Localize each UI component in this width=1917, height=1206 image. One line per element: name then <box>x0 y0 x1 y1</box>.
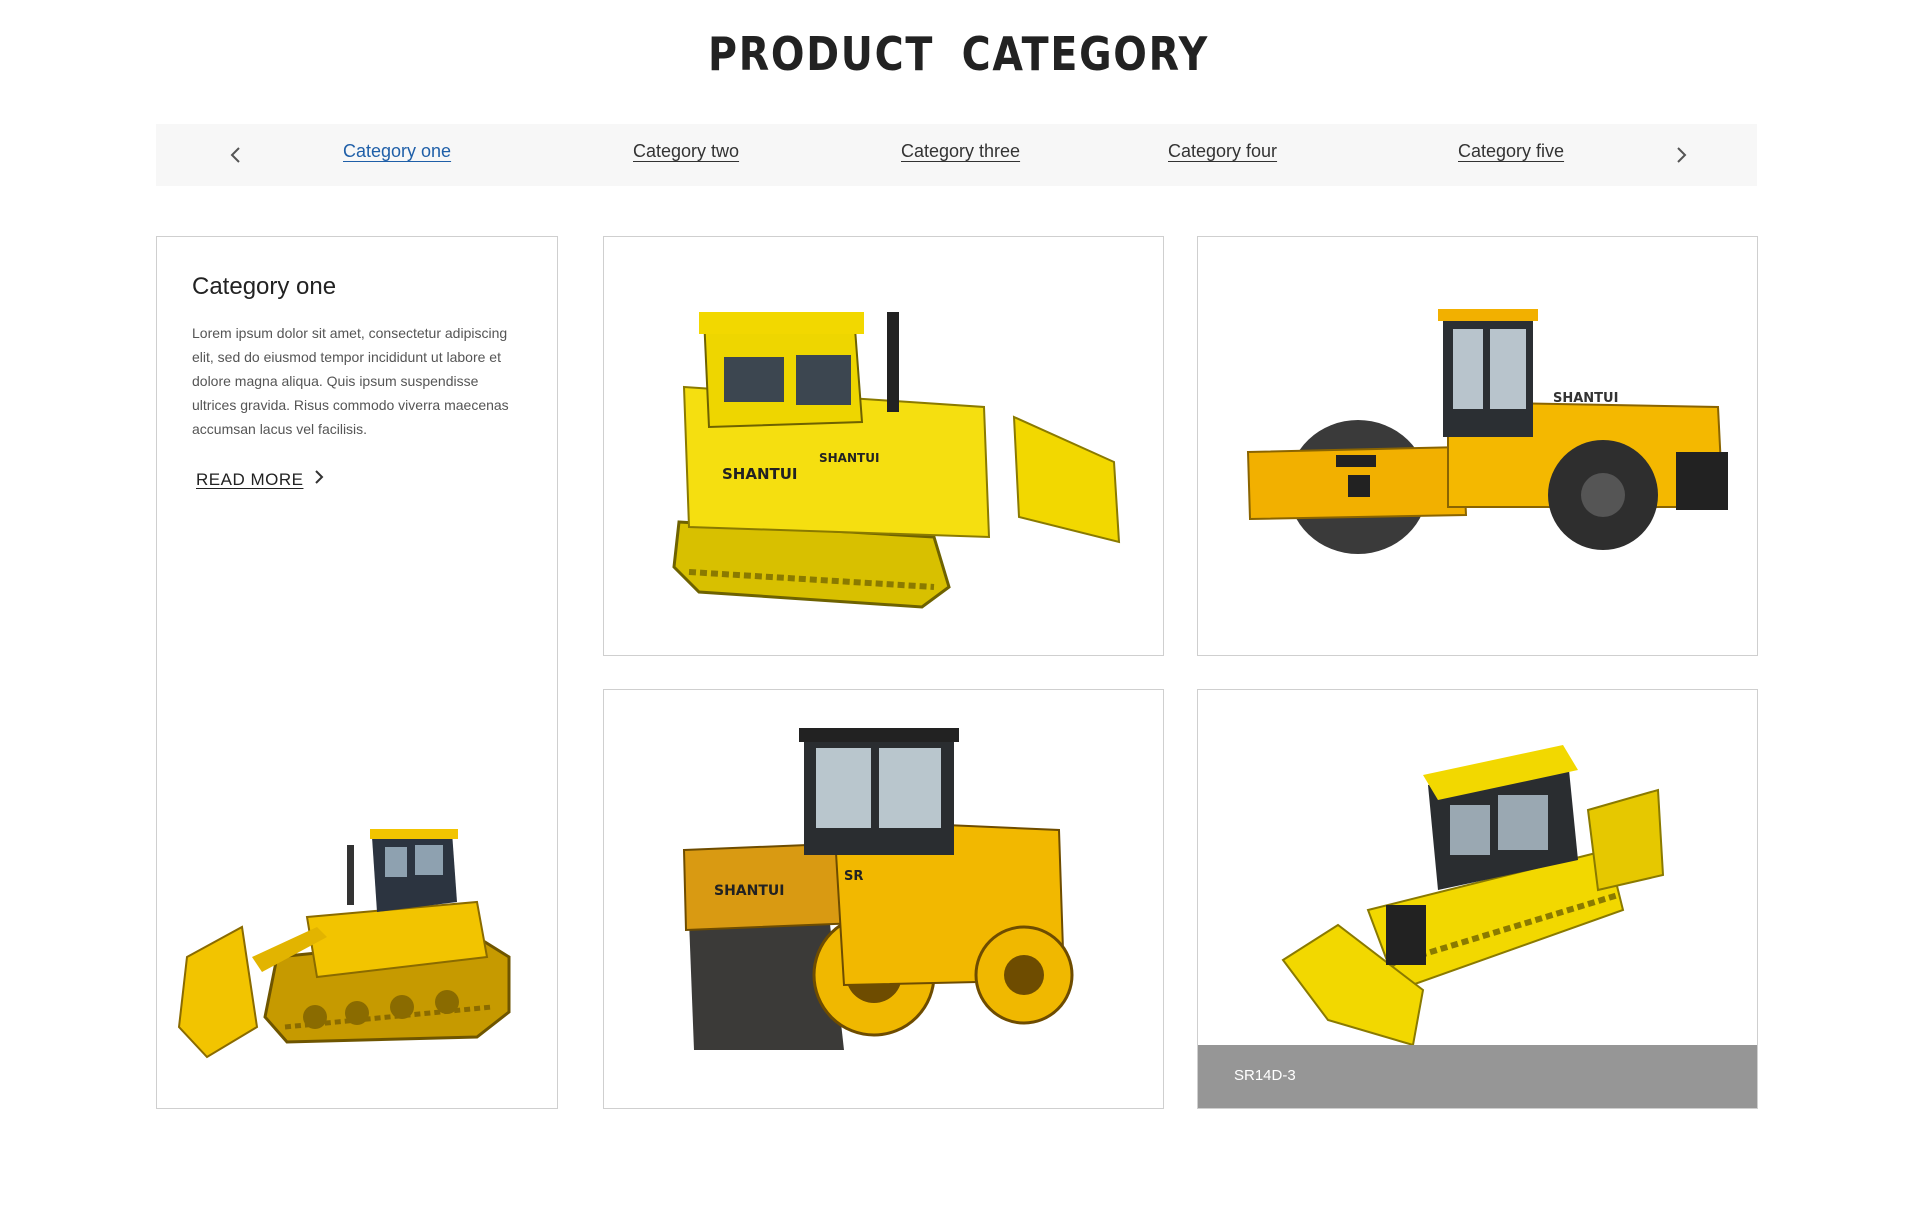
product-card[interactable]: SHANTUI SR <box>603 689 1164 1109</box>
road-roller-image: SHANTUI <box>1246 309 1728 554</box>
product-card[interactable]: SHANTUI SHANTUI <box>603 236 1164 656</box>
tab-category-three[interactable]: Category three <box>901 141 1020 162</box>
page-title: PRODUCT CATEGORY <box>707 27 1210 81</box>
chevron-left-icon[interactable] <box>223 142 249 168</box>
tab-category-five[interactable]: Category five <box>1458 141 1564 162</box>
svg-text:SR: SR <box>844 869 863 884</box>
dozer-image <box>1281 745 1665 1045</box>
tab-category-four[interactable]: Category four <box>1168 141 1277 162</box>
bulldozer-image <box>177 829 511 1059</box>
svg-text:SHANTUI: SHANTUI <box>722 465 798 483</box>
svg-text:SHANTUI: SHANTUI <box>714 883 784 899</box>
tab-category-one[interactable]: Category one <box>343 141 451 162</box>
product-card[interactable]: SR14D-3 <box>1197 689 1758 1109</box>
caption-bar: SR14D-3 <box>1198 1045 1757 1108</box>
category-info-card: Category one Lorem ipsum dolor sit amet,… <box>156 236 558 1109</box>
product-caption: SR14D-3 <box>1234 1067 1296 1084</box>
svg-text:SHANTUI: SHANTUI <box>1553 391 1618 406</box>
product-card[interactable]: SHANTUI <box>1197 236 1758 656</box>
tab-category-two[interactable]: Category two <box>633 141 739 162</box>
category-tabs: Category one Category two Category three… <box>156 124 1757 186</box>
svg-text:SHANTUI: SHANTUI <box>819 451 879 465</box>
crawler-dozer-image: SHANTUI SHANTUI <box>672 312 1121 609</box>
tandem-roller-image: SHANTUI SR <box>682 728 1074 1050</box>
chevron-right-icon[interactable] <box>1668 142 1694 168</box>
